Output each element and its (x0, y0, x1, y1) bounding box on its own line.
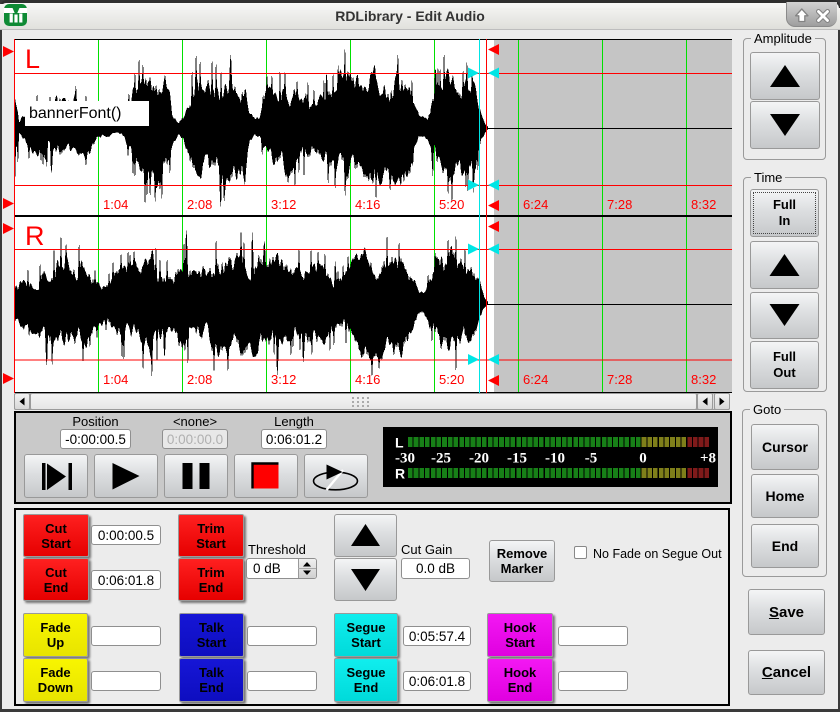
svg-text:-30: -30 (395, 451, 415, 467)
svg-text:0: 0 (639, 451, 647, 467)
svg-text:L: L (395, 435, 404, 451)
svg-text:-5: -5 (585, 451, 598, 467)
svg-text:-10: -10 (545, 451, 565, 467)
svg-text:+8: +8 (700, 451, 716, 467)
svg-text:R: R (395, 466, 405, 482)
svg-text:-20: -20 (469, 451, 489, 467)
svg-text:-25: -25 (431, 451, 451, 467)
svg-text:-15: -15 (507, 451, 527, 467)
